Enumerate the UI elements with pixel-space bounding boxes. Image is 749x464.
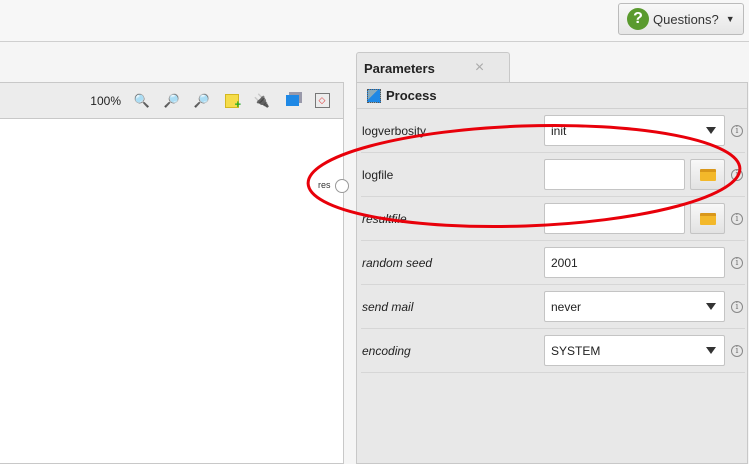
browse-resultfile-button[interactable] xyxy=(690,203,725,234)
result-port[interactable] xyxy=(335,179,349,193)
add-note-icon[interactable]: + xyxy=(223,92,241,111)
chevron-down-icon xyxy=(706,303,716,310)
logfile-input[interactable] xyxy=(544,159,685,190)
input-value: 2001 xyxy=(551,255,578,270)
param-row-logverbosity: logverbosity init i xyxy=(361,109,745,153)
chevron-down-icon: ▼ xyxy=(725,14,735,24)
process-canvas[interactable]: 100% 🔍 🔎 🔎 + 🔌 ◇ res xyxy=(0,82,349,464)
param-label: send mail xyxy=(362,299,414,314)
info-icon[interactable]: i xyxy=(731,344,743,357)
param-row-send-mail: send mail never i xyxy=(361,285,745,329)
tab-parameters[interactable]: Parameters × xyxy=(356,52,510,83)
logverbosity-select[interactable]: init xyxy=(544,115,725,146)
result-port-label: res xyxy=(318,180,331,190)
info-icon[interactable]: i xyxy=(731,212,743,225)
param-row-resultfile: resultfile i xyxy=(361,197,745,241)
param-label: logverbosity xyxy=(362,123,427,138)
parameters-panel: Process logverbosity init i logfile i re… xyxy=(356,82,748,464)
question-icon: ? xyxy=(627,8,649,30)
folder-icon xyxy=(699,168,716,181)
zoom-reset-icon[interactable]: 🔍 xyxy=(133,92,151,110)
tab-label: Parameters xyxy=(364,60,435,76)
section-header: Process xyxy=(357,83,747,109)
questions-label: Questions? xyxy=(653,11,719,27)
param-row-logfile: logfile i xyxy=(361,153,745,197)
process-icon xyxy=(367,88,381,103)
close-icon[interactable]: × xyxy=(475,59,484,77)
param-label: resultfile xyxy=(362,211,407,226)
param-label: logfile xyxy=(362,167,394,182)
encoding-select[interactable]: SYSTEM xyxy=(544,335,725,366)
random-seed-input[interactable]: 2001 xyxy=(544,247,725,278)
info-icon[interactable]: i xyxy=(731,124,743,137)
arrange-icon[interactable] xyxy=(283,92,301,110)
send-mail-select[interactable]: never xyxy=(544,291,725,322)
top-bar: ? Questions? ▼ xyxy=(0,0,749,42)
select-value: never xyxy=(551,299,582,314)
zoom-in-icon[interactable]: 🔎 xyxy=(163,92,181,110)
canvas-toolbar: 100% 🔍 🔎 🔎 + 🔌 ◇ xyxy=(0,83,343,119)
param-row-encoding: encoding SYSTEM i xyxy=(361,329,745,373)
section-title: Process xyxy=(386,88,437,103)
select-value: init xyxy=(551,123,567,138)
fit-view-icon[interactable]: ◇ xyxy=(313,92,331,110)
chevron-down-icon xyxy=(706,347,716,354)
info-icon[interactable]: i xyxy=(731,168,743,181)
param-label: random seed xyxy=(362,255,433,270)
zoom-out-icon[interactable]: 🔎 xyxy=(193,92,211,110)
info-icon[interactable]: i xyxy=(731,256,743,269)
auto-wire-icon[interactable]: 🔌 xyxy=(253,92,271,110)
browse-logfile-button[interactable] xyxy=(690,159,725,190)
folder-icon xyxy=(699,212,716,225)
info-icon[interactable]: i xyxy=(731,300,743,313)
chevron-down-icon xyxy=(706,127,716,134)
select-value: SYSTEM xyxy=(551,343,601,358)
resultfile-input[interactable] xyxy=(544,203,685,234)
param-row-random-seed: random seed 2001 i xyxy=(361,241,745,285)
param-label: encoding xyxy=(362,343,411,358)
zoom-level: 100% xyxy=(90,93,121,108)
questions-button[interactable]: ? Questions? ▼ xyxy=(618,3,744,35)
